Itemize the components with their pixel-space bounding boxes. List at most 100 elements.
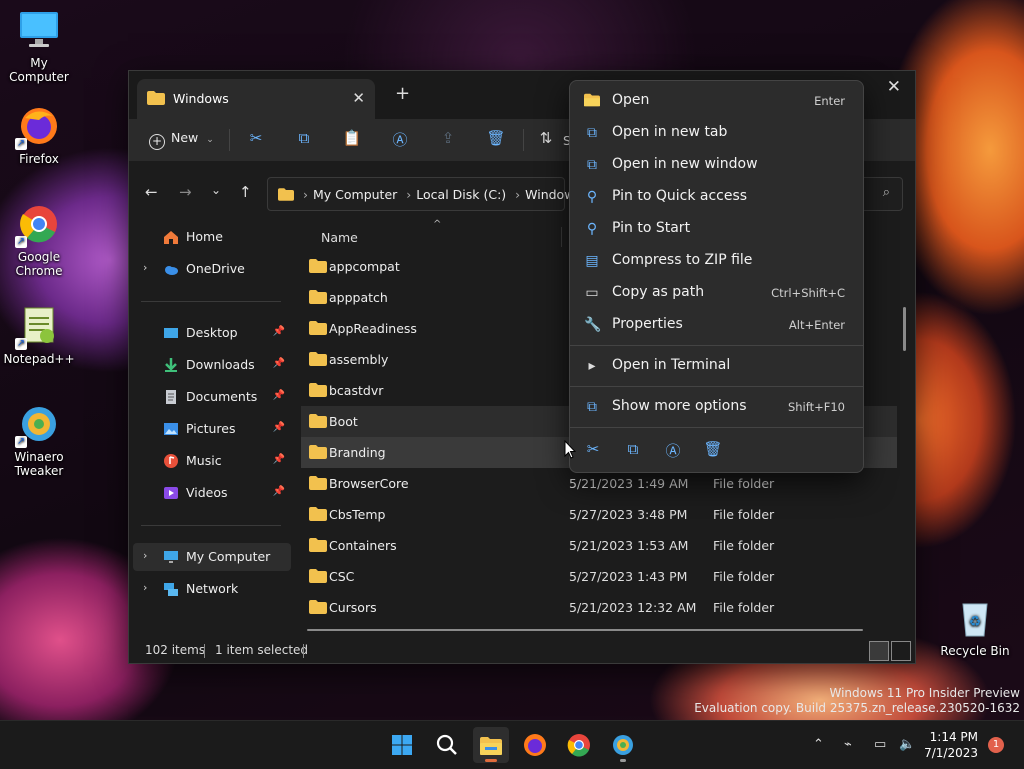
- cut-icon[interactable]: ✂: [245, 129, 267, 151]
- context-menu-shortcut: Shift+F10: [787, 400, 845, 414]
- nav-item-my-computer[interactable]: › My Computer: [133, 543, 291, 571]
- delete-icon[interactable]: 🗑: [485, 129, 507, 151]
- expand-chevron-icon[interactable]: ›: [143, 261, 147, 274]
- nav-item-desktop[interactable]: Desktop 📌: [129, 319, 287, 347]
- tiles-view-icon[interactable]: [891, 641, 911, 661]
- rename-icon[interactable]: Ⓐ: [662, 440, 684, 462]
- volume-icon[interactable]: 🔈: [899, 737, 915, 752]
- taskbar-search-button[interactable]: [429, 727, 465, 763]
- close-tab-icon[interactable]: ✕: [352, 89, 365, 107]
- file-name: AppReadiness: [329, 321, 417, 336]
- context-menu-item[interactable]: ▭ Copy as path Ctrl+Shift+C: [574, 278, 859, 308]
- network-disconnected-icon[interactable]: ⌁: [844, 737, 852, 752]
- context-menu-item[interactable]: ⚲ Pin to Start: [574, 214, 859, 244]
- context-menu-item[interactable]: Open Enter: [574, 86, 859, 116]
- pin-icon: 📌: [272, 454, 285, 465]
- nav-item-downloads[interactable]: Downloads 📌: [129, 351, 287, 379]
- address-bar[interactable]: ›My Computer ›Local Disk (C:) ›Windows ›: [267, 177, 595, 211]
- folder-icon: [309, 600, 327, 617]
- context-menu-item[interactable]: 🔧 Properties Alt+Enter: [574, 310, 859, 340]
- table-row[interactable]: Cursors 5/21/2023 12:32 AM File folder: [301, 592, 897, 623]
- nav-item-label: Downloads: [186, 357, 255, 372]
- desktop-icon-notepadpp[interactable]: ↗ Notepad++: [1, 304, 77, 366]
- expand-chevron-icon[interactable]: ›: [143, 549, 147, 562]
- file-date: 5/27/2023 3:48 PM: [569, 507, 688, 522]
- desktop-icon-winaero[interactable]: ↗ Winaero Tweaker: [1, 402, 77, 478]
- winaero-tweaker-icon: ↗: [15, 402, 61, 448]
- new-tab-icon[interactable]: +: [395, 85, 410, 103]
- copy-icon[interactable]: ⧉: [622, 440, 644, 462]
- context-menu-item[interactable]: ⚲ Pin to Quick access: [574, 182, 859, 212]
- show-hidden-icons-chevron-icon[interactable]: ⌃: [813, 737, 824, 752]
- desktop-icon-my-computer[interactable]: My Computer: [1, 8, 77, 84]
- file-date: 5/21/2023 12:32 AM: [569, 600, 697, 615]
- nav-item-videos[interactable]: Videos 📌: [129, 479, 287, 507]
- paste-icon[interactable]: 📋: [341, 129, 363, 151]
- folder-icon: [309, 383, 327, 400]
- window-close-icon[interactable]: ✕: [887, 77, 901, 97]
- table-row[interactable]: Containers 5/21/2023 1:53 AM File folder: [301, 530, 897, 561]
- cut-icon[interactable]: ✂: [582, 440, 604, 462]
- up-arrow-icon[interactable]: ↑: [239, 183, 252, 201]
- table-row[interactable]: CbsTemp 5/27/2023 3:48 PM File folder: [301, 499, 897, 530]
- column-header-name[interactable]: Name: [321, 230, 358, 245]
- new-window-icon: ⧉: [587, 157, 597, 173]
- new-button[interactable]: + New ⌄: [149, 130, 214, 150]
- nav-item-label: Music: [186, 453, 222, 468]
- table-row[interactable]: CSC 5/27/2023 1:43 PM File folder: [301, 561, 897, 592]
- breadcrumb-item[interactable]: My Computer: [313, 187, 397, 202]
- search-box[interactable]: ⌕: [861, 177, 903, 211]
- share-icon[interactable]: ⇪: [437, 129, 459, 151]
- sort-icon[interactable]: ⇅: [535, 129, 557, 151]
- delete-icon[interactable]: 🗑: [702, 440, 724, 462]
- file-name: CbsTemp: [329, 507, 386, 522]
- folder-icon: [309, 290, 327, 307]
- nav-item-music[interactable]: Music 📌: [129, 447, 287, 475]
- recent-locations-chevron-icon[interactable]: ⌄: [211, 183, 221, 197]
- nav-item-pictures[interactable]: Pictures 📌: [129, 415, 287, 443]
- back-arrow-icon[interactable]: ←: [145, 183, 158, 201]
- vertical-scrollbar[interactable]: [903, 307, 906, 351]
- forward-arrow-icon[interactable]: →: [179, 183, 192, 201]
- item-count: 102 items: [145, 643, 206, 657]
- horizontal-scrollbar[interactable]: [307, 629, 863, 631]
- desktop-icon-label: Recycle Bin: [940, 644, 1010, 658]
- taskbar-file-explorer[interactable]: [473, 727, 509, 763]
- search-icon: ⌕: [882, 185, 890, 200]
- context-menu-label: Show more options: [612, 398, 747, 414]
- desktop-icon-chrome[interactable]: ↗ Google Chrome: [1, 202, 77, 278]
- context-menu-label: Compress to ZIP file: [612, 252, 753, 268]
- context-menu-item[interactable]: ▤ Compress to ZIP file: [574, 246, 859, 276]
- nav-item-home[interactable]: Home: [129, 223, 287, 251]
- nav-item-documents[interactable]: Documents 📌: [129, 383, 287, 411]
- taskbar-winaero-tweaker[interactable]: [605, 727, 641, 763]
- display-icon[interactable]: ▭: [874, 737, 886, 752]
- nav-item-network[interactable]: › Network: [129, 575, 287, 603]
- taskbar-clock[interactable]: 1:14 PM 7/1/2023: [924, 729, 978, 761]
- expand-chevron-icon[interactable]: ›: [143, 581, 147, 594]
- chrome-icon: [567, 734, 590, 757]
- tab-windows[interactable]: Windows ✕: [137, 79, 375, 119]
- more-options-icon: ⧉: [587, 399, 597, 415]
- shortcut-arrow-icon: ↗: [15, 338, 27, 350]
- taskbar-chrome[interactable]: [561, 727, 597, 763]
- taskbar-firefox[interactable]: [517, 727, 553, 763]
- notification-badge[interactable]: 1: [988, 737, 1004, 753]
- new-button-label: New: [171, 130, 199, 145]
- desktop-icon-recycle-bin[interactable]: ♻ Recycle Bin: [937, 596, 1013, 658]
- copy-icon[interactable]: ⧉: [293, 129, 315, 151]
- breadcrumb-item[interactable]: Local Disk (C:): [416, 187, 506, 202]
- folder-icon: [309, 569, 327, 586]
- context-menu-item[interactable]: ⧉ Open in new window: [574, 150, 859, 180]
- context-menu-item[interactable]: ⧉ Show more options Shift+F10: [574, 392, 859, 422]
- context-menu-item[interactable]: ⧉ Open in new tab: [574, 118, 859, 148]
- desktop-folder-icon: [163, 325, 179, 341]
- details-view-icon[interactable]: [869, 641, 889, 661]
- start-button[interactable]: [384, 727, 420, 763]
- desktop-icon-firefox[interactable]: ↗ Firefox: [1, 104, 77, 166]
- context-menu-item[interactable]: ▸ Open in Terminal: [574, 351, 859, 381]
- nav-item-onedrive[interactable]: › OneDrive: [129, 255, 287, 283]
- new-tab-icon: ⧉: [587, 125, 597, 141]
- rename-icon[interactable]: Ⓐ: [389, 129, 411, 151]
- pin-icon: 📌: [272, 326, 285, 337]
